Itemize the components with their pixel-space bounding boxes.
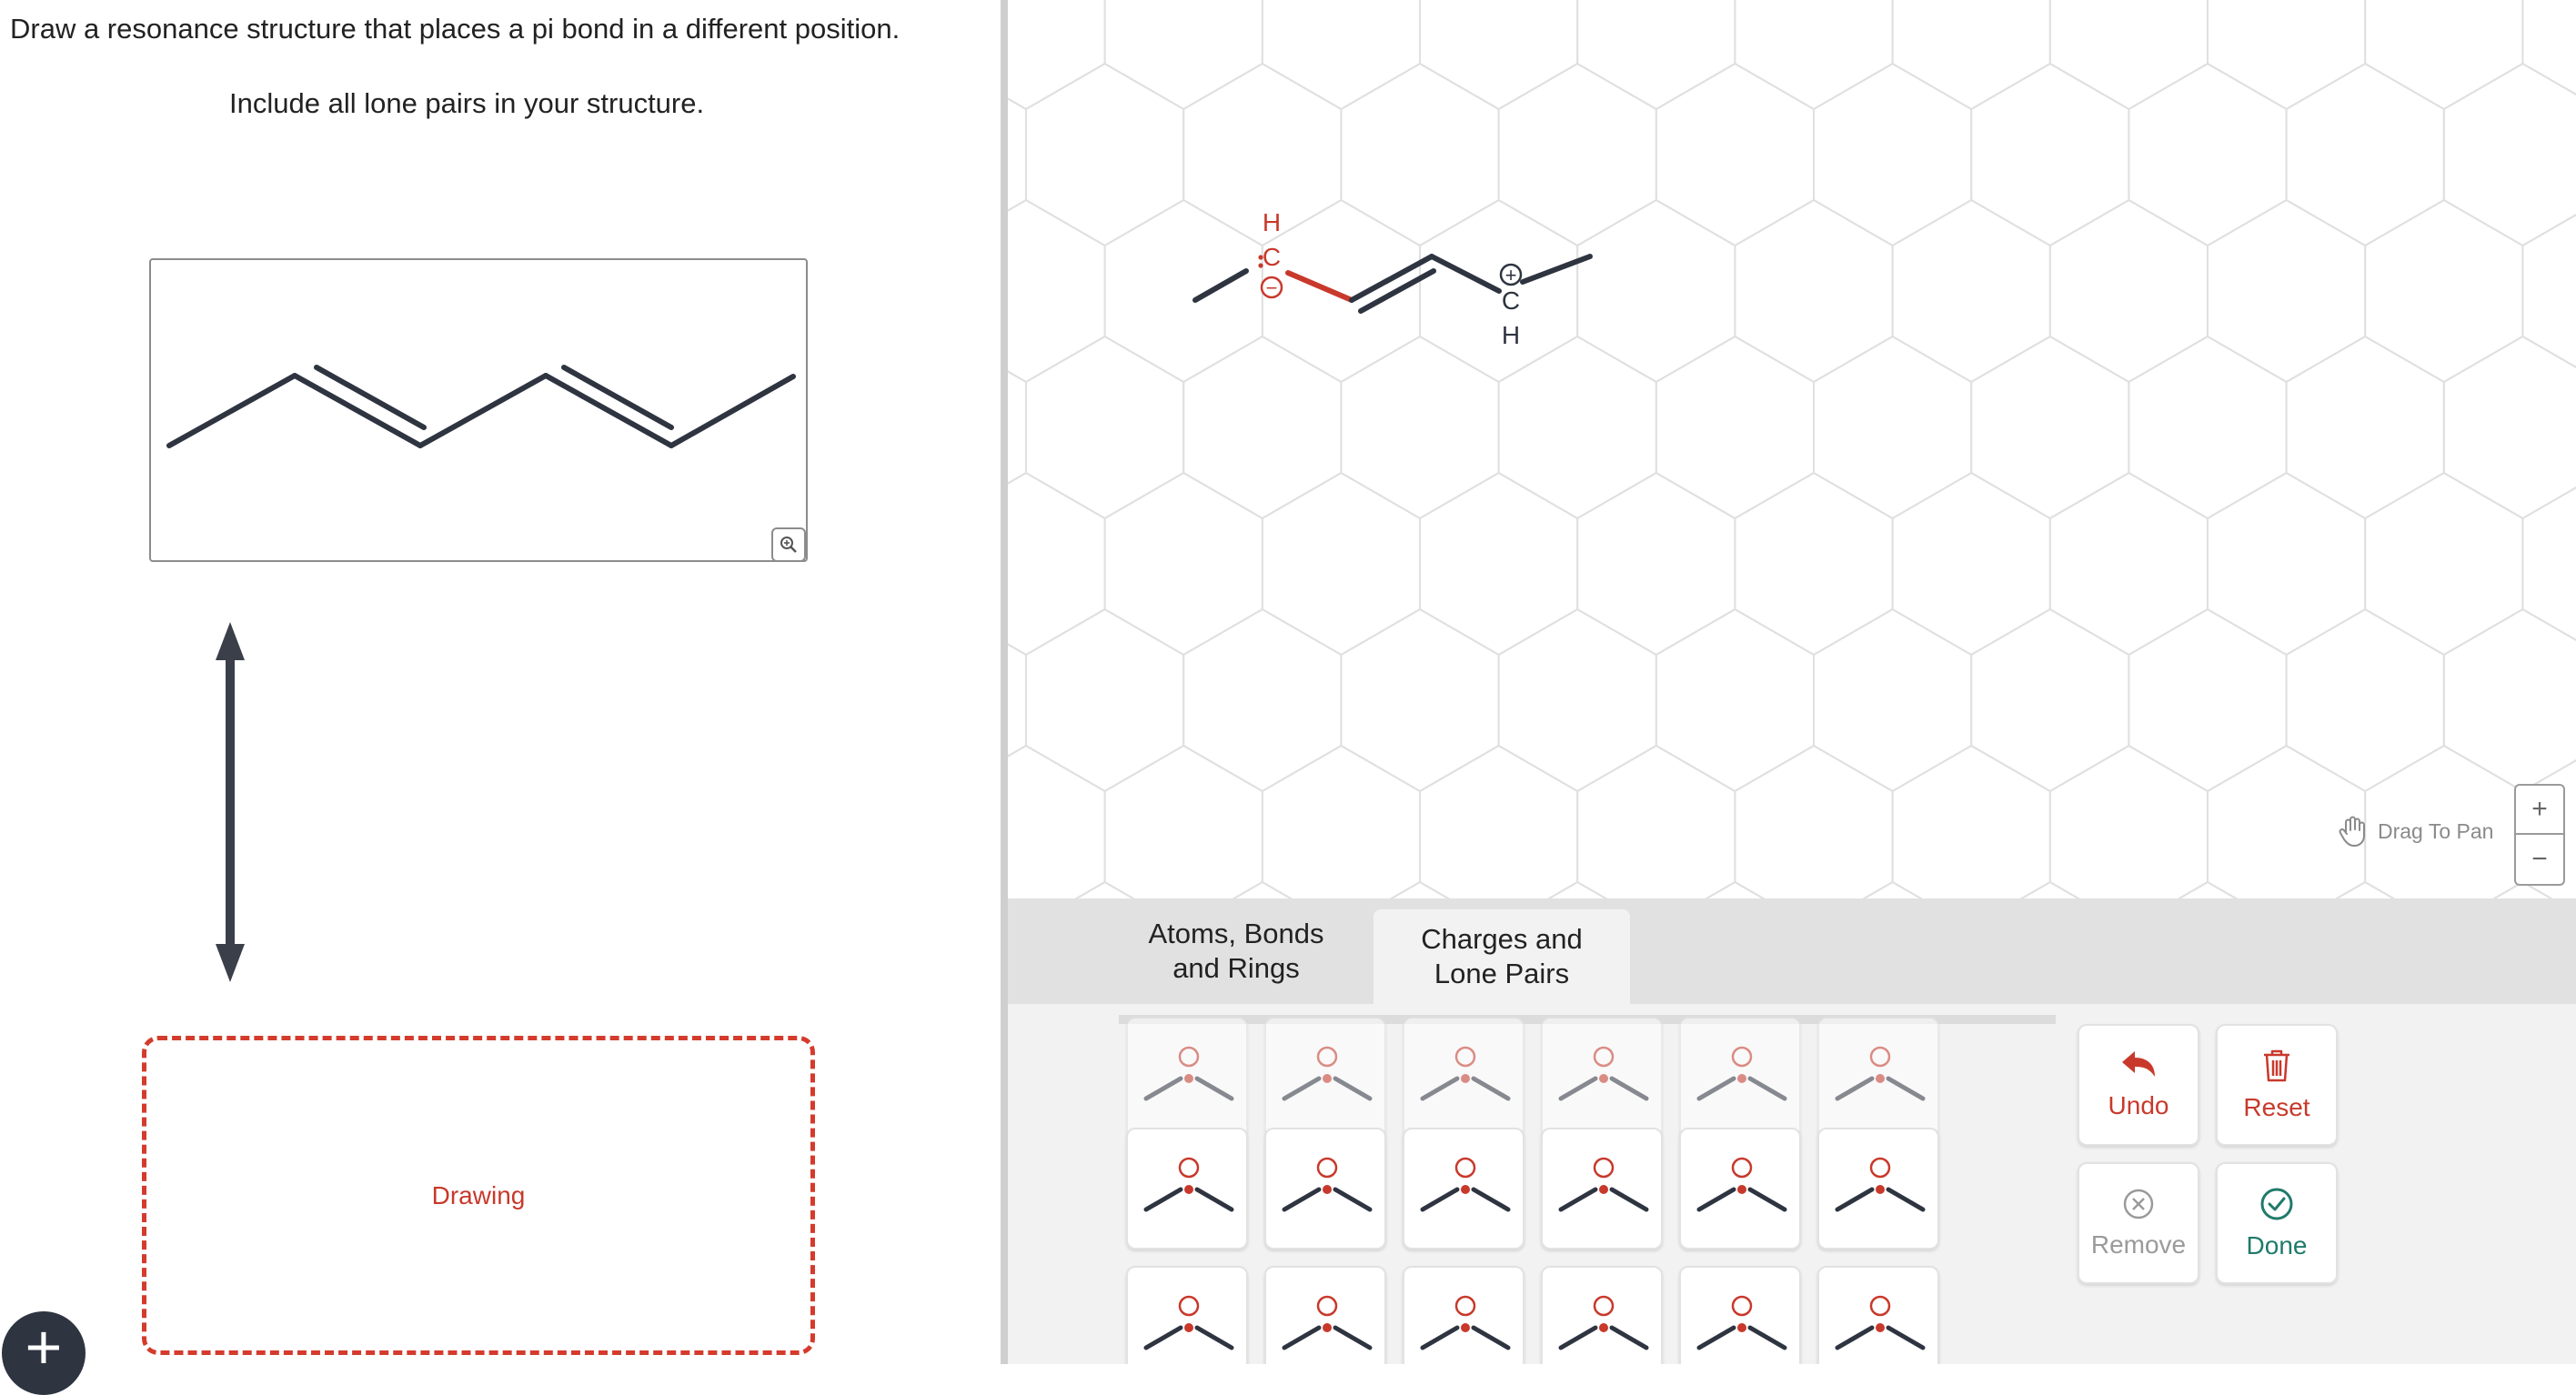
question-instruction: Include all lone pairs in your structure… — [229, 87, 705, 119]
vinyl-ch-lone-pair-icon — [1420, 1157, 1511, 1212]
vinyl-cation-icon — [1835, 1157, 1926, 1212]
reset-button[interactable]: Reset — [2216, 1024, 2338, 1146]
atom-c-left: C — [1263, 243, 1281, 271]
undo-button[interactable]: Undo — [2078, 1024, 2199, 1146]
reset-label: Reset — [2243, 1093, 2310, 1121]
undo-label: Undo — [2108, 1091, 2169, 1119]
drag-to-pan-label: Drag To Pan — [2378, 818, 2494, 843]
allyl-ch-anion-icon — [1696, 1157, 1787, 1212]
editor-panel: H C − + C H Drag To Pan + − Atoms, Bonds… — [1008, 0, 2576, 1364]
vinyl-anion-lp-2-icon — [1282, 1295, 1373, 1350]
hc-neutral-icon — [1835, 1046, 1926, 1101]
vinyl-cation-lp-icon — [1420, 1295, 1511, 1350]
given-structure-diagram — [166, 365, 796, 448]
minus-icon: − — [2531, 844, 2548, 874]
zoom-in-button[interactable]: + — [2514, 784, 2565, 835]
svg-text:+: + — [1505, 264, 1517, 286]
carbocation-tool[interactable] — [1126, 1128, 1248, 1249]
vinyl-cation-lp-tool[interactable] — [1403, 1266, 1524, 1364]
carbanion-ch-tool[interactable] — [1264, 1017, 1386, 1139]
vinyl-anion-lp-4-tool[interactable] — [1817, 1266, 1939, 1364]
molecule-structure[interactable]: H C − + C H — [1008, 0, 2576, 898]
zoom-out-button[interactable]: − — [2514, 835, 2565, 886]
plus-icon: + — [2531, 794, 2548, 824]
done-label: Done — [2246, 1231, 2308, 1260]
vinyl-anion-lp-3-tool[interactable] — [1679, 1266, 1801, 1364]
done-button[interactable]: Done — [2216, 1162, 2338, 1284]
carbanion-ch-icon — [1282, 1046, 1373, 1101]
double-headed-arrow-icon — [216, 622, 245, 982]
hc-anion-icon — [1420, 1046, 1511, 1101]
tab-charges-lone-pairs[interactable]: Charges and Lone Pairs — [1374, 909, 1630, 1004]
tool-palette: Undo Reset Remove Done — [1008, 1004, 2576, 1364]
tool-tabs: Atoms, Bonds and Rings Charges and Lone Pa… — [1008, 898, 2576, 1004]
positive-charge-icon: + — [1499, 263, 1523, 286]
hc-anion-tool[interactable] — [1403, 1017, 1524, 1139]
remove-label: Remove — [2090, 1230, 2187, 1259]
carbocation-icon — [1143, 1157, 1234, 1212]
negative-charge-icon: − — [1260, 276, 1283, 299]
atom-h-left: H — [1263, 208, 1281, 236]
carbocation-lone-pair-tool[interactable] — [1126, 1017, 1248, 1139]
tab-label: Charges and Lone Pairs — [1421, 923, 1583, 989]
hand-icon — [2339, 816, 2365, 847]
hc-neutral-tool[interactable] — [1817, 1017, 1939, 1139]
ch-radical-anion-icon — [1696, 1046, 1787, 1101]
vinyl-anion-lp-2-tool[interactable] — [1264, 1266, 1386, 1364]
atom-h-right: H — [1502, 321, 1520, 349]
given-structure-box — [149, 258, 808, 562]
zoom-in-icon — [780, 537, 797, 553]
vinyl-ch-lone-pair-tool[interactable] — [1403, 1128, 1524, 1249]
vinyl-anion-lp-3-icon — [1696, 1295, 1787, 1350]
allyl-ch-anion-tool[interactable] — [1679, 1128, 1801, 1249]
drag-to-pan-hint: Drag To Pan — [2338, 814, 2493, 848]
svg-text:−: − — [1266, 276, 1278, 299]
vinyl-anion-lp-tool[interactable] — [1126, 1266, 1248, 1364]
plus-icon: + — [25, 1311, 63, 1382]
vinyl-anion-lp-icon — [1143, 1295, 1234, 1350]
tab-label: Atoms, Bonds and Rings — [1148, 918, 1324, 984]
remove-x-icon — [2123, 1189, 2154, 1219]
carbocation-lone-pair-icon — [1143, 1046, 1234, 1101]
check-circle-icon — [2260, 1188, 2293, 1220]
question-prompt: Draw a resonance structure that places a… — [10, 13, 901, 45]
ch-radical-anion-tool[interactable] — [1679, 1017, 1801, 1139]
anion-ch-bent-tool[interactable] — [1541, 1017, 1663, 1139]
drawing-dropzone[interactable]: Drawing — [142, 1036, 815, 1355]
atom-c-right: C — [1502, 286, 1520, 315]
drawing-label: Drawing — [431, 1180, 526, 1209]
undo-icon — [2122, 1051, 2155, 1077]
tab-atoms-bonds-rings[interactable]: Atoms, Bonds and Rings — [1108, 906, 1364, 997]
vinyl-cation-tool[interactable] — [1817, 1128, 1939, 1249]
carbanion-icon — [1282, 1157, 1373, 1212]
add-button[interactable]: + — [2, 1311, 86, 1395]
allyl-ch-lone-pair-tool[interactable] — [1541, 1128, 1663, 1249]
vinyl-anion-lp-4-icon — [1835, 1295, 1926, 1350]
zoom-structure-button[interactable] — [771, 527, 806, 562]
anion-ch-bent-icon — [1558, 1046, 1649, 1101]
vinyl-anion-icon — [1558, 1295, 1649, 1350]
carbanion-tool[interactable] — [1264, 1128, 1386, 1249]
question-panel: Draw a resonance structure that places a… — [0, 0, 1001, 1395]
vinyl-anion-tool[interactable] — [1541, 1266, 1663, 1364]
remove-button[interactable]: Remove — [2078, 1162, 2199, 1284]
trash-icon — [2264, 1049, 2289, 1082]
drawing-canvas[interactable]: H C − + C H Drag To Pan + − — [1008, 0, 2576, 898]
panel-divider[interactable] — [1001, 0, 1008, 1364]
allyl-ch-lone-pair-icon — [1558, 1157, 1649, 1212]
